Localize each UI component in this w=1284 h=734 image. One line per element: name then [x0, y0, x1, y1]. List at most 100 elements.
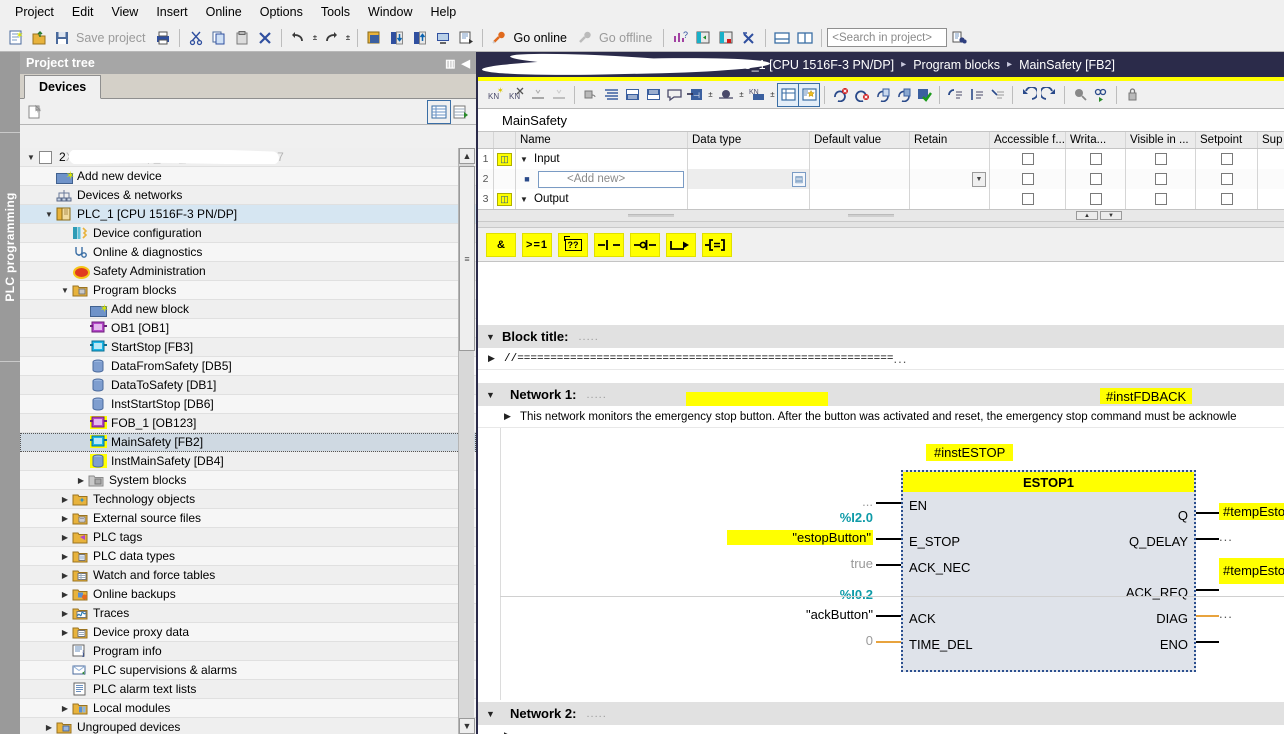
- column-name[interactable]: Name: [516, 132, 688, 148]
- row-name[interactable]: ■ <Add new>: [516, 169, 688, 189]
- row-writable-checkbox[interactable]: [1066, 189, 1126, 209]
- open-branch-instruction[interactable]: [666, 233, 696, 257]
- insert-network-icon[interactable]: KN✶: [486, 84, 506, 106]
- column-visible-in-hmi[interactable]: Visible in ...: [1126, 132, 1196, 148]
- chevron-right-icon[interactable]: ▶: [42, 723, 56, 732]
- menu-item-view[interactable]: View: [102, 2, 147, 22]
- insert-output-dropdown-icon[interactable]: ±: [768, 84, 777, 106]
- normally-closed-contact-instruction[interactable]: [630, 233, 660, 257]
- menu-item-project[interactable]: Project: [6, 2, 63, 22]
- table-scroll-up-icon[interactable]: ▲: [1076, 211, 1098, 220]
- tree-item-add-new-device[interactable]: Add new device: [20, 167, 476, 186]
- go-to-definition-icon[interactable]: [945, 84, 965, 106]
- fb-pin-ack-req[interactable]: ACK_REQ: [1126, 585, 1188, 600]
- operand-ack[interactable]: "ackButton": [751, 607, 873, 622]
- tree-item-online-backups[interactable]: ▶ Online backups: [20, 585, 476, 604]
- tree-item-inststartstop[interactable]: InstStartStop [DB6]: [20, 395, 476, 414]
- start-simulation-icon[interactable]: [432, 27, 454, 49]
- snapshot-icon[interactable]: [872, 84, 892, 106]
- chevron-down-icon[interactable]: ▼: [520, 155, 534, 164]
- row-setpoint-checkbox[interactable]: [1196, 189, 1258, 209]
- row-accessible-checkbox[interactable]: [990, 149, 1066, 169]
- tree-item-program-info[interactable]: i Program info: [20, 642, 476, 661]
- row-data-type[interactable]: ▤: [688, 169, 810, 189]
- row-visible-checkbox[interactable]: [1126, 149, 1196, 169]
- breadcrumb-item-program-blocks[interactable]: Program blocks: [913, 58, 1000, 72]
- row-writable-checkbox[interactable]: [1066, 169, 1126, 189]
- column-data-type[interactable]: Data type: [688, 132, 810, 148]
- tree-item-external-source-files[interactable]: ▶ External source files: [20, 509, 476, 528]
- download-to-device-icon[interactable]: [386, 27, 408, 49]
- start-runtime-icon[interactable]: [455, 27, 477, 49]
- search-input[interactable]: <Search in project>: [827, 28, 947, 47]
- operand-e-stop[interactable]: "estopButton": [727, 530, 873, 545]
- insert-branch-icon[interactable]: [716, 84, 736, 106]
- print-icon[interactable]: [152, 27, 174, 49]
- table-scroll-down-icon[interactable]: ▼: [1100, 211, 1122, 220]
- block-title-placeholder[interactable]: .....: [578, 331, 598, 343]
- row-retain[interactable]: [910, 149, 990, 169]
- monitor-block-icon[interactable]: [1091, 84, 1111, 106]
- fb-pin-en[interactable]: EN: [909, 498, 927, 513]
- chevron-down-icon[interactable]: ▼: [58, 286, 72, 295]
- split-editor-horizontal-icon[interactable]: [771, 27, 793, 49]
- tree-item-device-proxy-data[interactable]: ▶ Device proxy data: [20, 623, 476, 642]
- row-default-value[interactable]: [810, 169, 910, 189]
- menu-item-tools[interactable]: Tools: [312, 2, 359, 22]
- chevron-right-icon[interactable]: ▶: [58, 571, 72, 580]
- chevron-right-icon[interactable]: ▶: [58, 704, 72, 713]
- chevron-right-icon[interactable]: ▶: [58, 590, 72, 599]
- fb-pin-e-stop[interactable]: E_STOP: [909, 534, 960, 549]
- row-visible-checkbox[interactable]: [1126, 189, 1196, 209]
- column-resize-grip[interactable]: [848, 214, 894, 217]
- menu-item-window[interactable]: Window: [359, 2, 421, 22]
- comments-icon[interactable]: [664, 84, 684, 106]
- tree-item-plc-supervisions-alarms[interactable]: PLC supervisions & alarms: [20, 661, 476, 680]
- row-accessible-checkbox[interactable]: [990, 169, 1066, 189]
- operand-en[interactable]: ...: [751, 494, 873, 509]
- fb-instance-label[interactable]: #instESTOP: [926, 444, 1013, 461]
- data-type-browse-icon[interactable]: ▤: [792, 172, 806, 187]
- row-default-value[interactable]: [810, 189, 910, 209]
- menu-item-insert[interactable]: Insert: [147, 2, 196, 22]
- tree-item-technology-objects[interactable]: ▶ Technology objects: [20, 490, 476, 509]
- chevron-down-icon[interactable]: ▼: [486, 332, 502, 342]
- tree-item-plc-data-types[interactable]: ▶ PLC data types: [20, 547, 476, 566]
- tree-item-local-modules[interactable]: ▶ Local modules: [20, 699, 476, 718]
- menu-item-online[interactable]: Online: [197, 2, 251, 22]
- undo-dropdown-icon[interactable]: ±: [310, 27, 319, 49]
- tree-item-datatosafety[interactable]: DataToSafety [DB1]: [20, 376, 476, 395]
- scroll-up-icon[interactable]: ▲: [459, 148, 475, 164]
- fb-box-peek[interactable]: [686, 392, 828, 406]
- column-accessible-from-hmi[interactable]: Accessible f...: [990, 132, 1066, 148]
- column-default-value[interactable]: Default value: [810, 132, 910, 148]
- row-default-value[interactable]: [810, 149, 910, 169]
- restore-snapshot-icon[interactable]: [893, 84, 913, 106]
- chevron-down-icon[interactable]: ▼: [486, 709, 502, 719]
- fb-pin-q-delay[interactable]: Q_DELAY: [1129, 534, 1188, 549]
- row-setpoint-checkbox[interactable]: [1196, 169, 1258, 189]
- network-overview-icon[interactable]: [601, 84, 621, 106]
- undo-icon[interactable]: [287, 27, 309, 49]
- pin-pane-icon[interactable]: ▥: [445, 57, 455, 70]
- row-accessible-checkbox[interactable]: [990, 189, 1066, 209]
- tree-item-mainsafety[interactable]: MainSafety [FB2]: [20, 433, 476, 452]
- block-comment-line[interactable]: ▶ //====================================…: [478, 348, 1284, 370]
- chevron-right-icon[interactable]: ▶: [58, 609, 72, 618]
- tree-item-datafromsafety[interactable]: DataFromSafety [DB5]: [20, 357, 476, 376]
- tree-item-plc-alarm-text-lists[interactable]: PLC alarm text lists: [20, 680, 476, 699]
- row-supervision[interactable]: [1258, 169, 1284, 189]
- tree-item-ungrouped-devices[interactable]: ▶ Ungrouped devices: [20, 718, 476, 734]
- online-diagnostics-icon[interactable]: ?: [669, 27, 691, 49]
- table-row[interactable]: 2 ■ <Add new> ▤ ▼: [478, 169, 1284, 189]
- fb-pin-time-del[interactable]: TIME_DEL: [909, 637, 973, 652]
- block-protection-icon[interactable]: [1122, 84, 1142, 106]
- column-retain[interactable]: Retain: [910, 132, 990, 148]
- copy-icon[interactable]: [208, 27, 230, 49]
- go-offline-label[interactable]: Go offline: [597, 31, 658, 45]
- redo-icon[interactable]: [320, 27, 342, 49]
- go-online-label[interactable]: Go online: [511, 31, 573, 45]
- delete-icon[interactable]: [254, 27, 276, 49]
- upload-from-device-icon[interactable]: [409, 27, 431, 49]
- fb-pin-ack-nec[interactable]: ACK_NEC: [909, 560, 970, 575]
